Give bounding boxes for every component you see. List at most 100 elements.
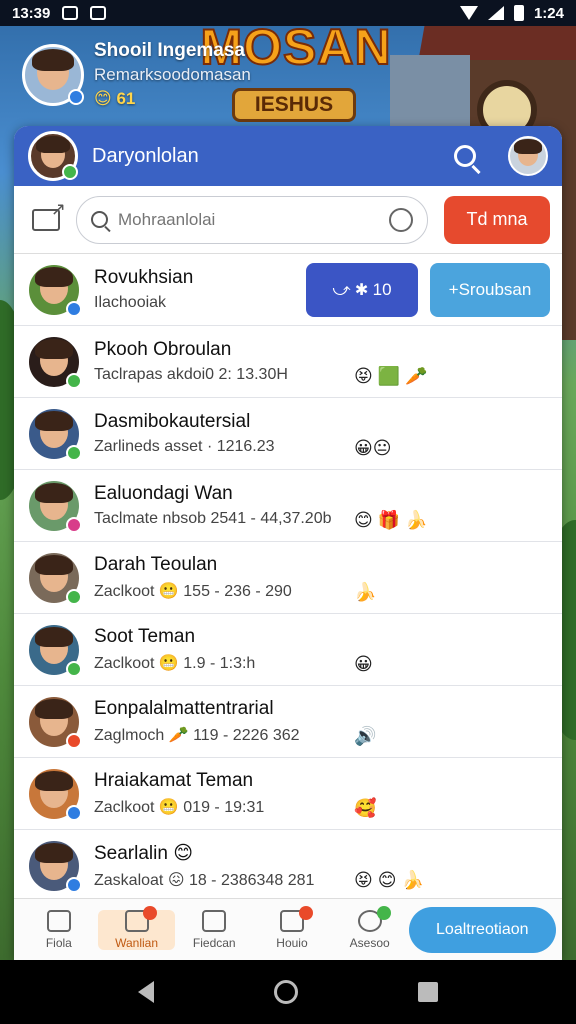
contact-status: Zaglmoch 🥕 119 - 2226 362 bbox=[94, 727, 300, 744]
notification-dot bbox=[298, 905, 313, 920]
contact-status: Zaclkoot 😬 155 - 236 - 290 bbox=[94, 583, 292, 600]
contact-row[interactable]: Darah Teoulan Zaclkoot 😬 155 - 236 - 290 🍌 bbox=[14, 542, 562, 614]
contact-name: Pkooh Obroulan bbox=[94, 339, 232, 360]
contact-name: Ealuondagi Wan bbox=[94, 483, 233, 504]
contact-row[interactable]: Eonpalalmattentrarial Zaglmoch 🥕 119 - 22… bbox=[14, 686, 562, 758]
contact-name: Soot Teman bbox=[94, 626, 196, 647]
contact-text: Soot Teman Zaclkoot 😬 1.9 - 1:3:h bbox=[94, 626, 550, 673]
action-button[interactable]: Td mna bbox=[444, 195, 550, 244]
contact-avatar[interactable] bbox=[26, 261, 82, 318]
status-time-left: 13:39 bbox=[12, 4, 51, 22]
search-input[interactable] bbox=[118, 209, 379, 230]
wifi-icon bbox=[459, 6, 478, 20]
contact-avatar[interactable] bbox=[26, 405, 82, 462]
contact-row[interactable]: Ealuondagi Wan Taclmate nbsob 2541 - 44,3… bbox=[14, 470, 562, 542]
status-badge bbox=[66, 732, 82, 749]
contact-status: Zaclkoot 😬 1.9 - 1:3:h bbox=[94, 655, 256, 672]
row-stats-button[interactable]: ⤻ ✱ 10 bbox=[306, 262, 418, 317]
verified-badge bbox=[68, 88, 84, 105]
contact-avatar[interactable] bbox=[26, 477, 82, 534]
contact-name: Hraiakamat Teman bbox=[94, 770, 254, 791]
contact-avatar[interactable] bbox=[26, 333, 82, 390]
nav-item-settings[interactable]: Asesoo bbox=[331, 905, 409, 950]
reaction-emoji: 🍌 bbox=[354, 582, 377, 602]
contact-row[interactable]: Pkooh Obroulan Taclrapas akdoi0 2: 13.30H… bbox=[14, 326, 562, 398]
nav-cta-button[interactable]: Loaltreotiaon bbox=[408, 906, 556, 953]
contact-name: Dasmibokautersial bbox=[94, 411, 251, 432]
gallery-icon bbox=[62, 6, 79, 20]
profile-header[interactable]: Shooil Ingemasa Remarksoodomasan 😊 61 bbox=[22, 40, 251, 109]
contact-status: Zarlineds asset · 1216.23 bbox=[94, 438, 275, 455]
contact-row[interactable]: Rovukhsian Ilachooiak ⤻ ✱ 10 +Sroubsan bbox=[14, 254, 562, 326]
contact-text: Dasmibokautersial Zarlineds asset · 1216.… bbox=[94, 411, 550, 456]
notification-icon bbox=[90, 6, 107, 20]
bottom-nav: Fiola Wanlian Fiedcan Houio Asesoo Loalt… bbox=[14, 898, 562, 960]
status-badge bbox=[66, 516, 82, 533]
back-icon[interactable] bbox=[138, 981, 154, 1003]
reaction-emoji: 😀 bbox=[354, 654, 373, 674]
panel-title: Daryonlolan bbox=[92, 144, 199, 167]
profile-coins: 😊 61 bbox=[94, 89, 136, 108]
panel-avatar[interactable] bbox=[28, 131, 78, 181]
nav-item-chat[interactable]: Wanlian bbox=[97, 905, 176, 950]
reaction-emoji: 🔊 bbox=[354, 726, 377, 746]
search-icon[interactable] bbox=[454, 145, 476, 167]
system-nav-bar bbox=[0, 960, 576, 1024]
magnifier-icon bbox=[91, 211, 108, 228]
camera-icon[interactable] bbox=[389, 207, 413, 232]
home-icon bbox=[46, 909, 71, 932]
nav-label: Wanlian bbox=[115, 935, 159, 950]
contact-avatar[interactable] bbox=[26, 837, 82, 894]
status-badge bbox=[66, 588, 82, 605]
row-subscribe-button[interactable]: +Sroubsan bbox=[430, 262, 550, 317]
contact-status: Ilachooiak bbox=[94, 294, 167, 311]
nav-item-bag[interactable]: Houio bbox=[253, 905, 331, 950]
home-button-icon[interactable] bbox=[274, 980, 298, 1004]
status-time-right: 1:24 bbox=[533, 4, 564, 22]
contact-text: Searlalin 😊 Zaskaloat 😖 18 - 2386348 281 bbox=[94, 842, 550, 890]
contact-row[interactable]: Dasmibokautersial Zarlineds asset · 1216.… bbox=[14, 398, 562, 470]
folder-icon bbox=[202, 909, 227, 932]
contact-row[interactable]: Hraiakamat Teman Zaclkoot 😬 019 - 19:31 🥰 bbox=[14, 758, 562, 830]
nav-label: Fiola bbox=[45, 935, 72, 950]
contact-status: Zaskaloat 😖 18 - 2386348 281 bbox=[94, 871, 315, 889]
status-bar: 13:39 1:24 bbox=[0, 0, 576, 26]
nav-label: Asesoo bbox=[349, 935, 390, 950]
profile-subtitle: Remarksoodomasan bbox=[94, 65, 251, 84]
contact-avatar[interactable] bbox=[26, 765, 82, 822]
contact-text: Eonpalalmattentrarial Zaglmoch 🥕 119 - 22… bbox=[94, 698, 550, 745]
nav-item-home[interactable]: Fiola bbox=[20, 909, 98, 950]
battery-icon bbox=[513, 5, 524, 21]
contact-avatar[interactable] bbox=[26, 693, 82, 750]
status-badge bbox=[66, 804, 82, 821]
contact-status: Taclrapas akdoi0 2: 13.30H bbox=[94, 366, 288, 383]
panel-header: Daryonlolan bbox=[14, 126, 562, 186]
status-badge bbox=[66, 876, 82, 893]
friend-avatar[interactable] bbox=[508, 136, 548, 176]
nav-label: Fiedcan bbox=[192, 935, 236, 950]
notification-dot bbox=[143, 905, 158, 920]
search-box[interactable] bbox=[76, 195, 428, 244]
contact-text: Rovukhsian Ilachooiak bbox=[94, 267, 306, 312]
status-badge bbox=[66, 660, 82, 677]
recents-icon[interactable] bbox=[418, 982, 438, 1002]
contact-status: Zaclkoot 😬 019 - 19:31 bbox=[94, 799, 265, 816]
reaction-emoji: 😊 🎁 🍌 bbox=[354, 510, 428, 530]
share-icon[interactable] bbox=[32, 199, 66, 231]
contact-row[interactable]: Soot Teman Zaclkoot 😬 1.9 - 1:3:h 😀 bbox=[14, 614, 562, 686]
nav-label: Houio bbox=[276, 935, 308, 950]
contact-status: Taclmate nbsob 2541 - 44,37.20b bbox=[94, 510, 332, 527]
profile-avatar[interactable] bbox=[22, 43, 84, 106]
contact-avatar[interactable] bbox=[26, 549, 82, 606]
contact-text: Darah Teoulan Zaclkoot 😬 155 - 236 - 290 bbox=[94, 554, 550, 601]
status-badge bbox=[66, 372, 82, 389]
contact-text: Pkooh Obroulan Taclrapas akdoi0 2: 13.30H bbox=[94, 339, 550, 384]
contacts-panel: Daryonlolan Td mna Rovukhsian Ilachooiak ⤻… bbox=[14, 126, 562, 960]
contact-row[interactable]: Searlalin 😊 Zaskaloat 😖 18 - 2386348 281 😝… bbox=[14, 830, 562, 902]
contact-name: Eonpalalmattentrarial bbox=[94, 698, 274, 719]
profile-name: Shooil Ingemasa bbox=[94, 40, 245, 61]
nav-item-folder[interactable]: Fiedcan bbox=[175, 909, 253, 950]
contact-avatar[interactable] bbox=[26, 621, 82, 678]
notification-dot bbox=[376, 905, 391, 920]
contact-list: Rovukhsian Ilachooiak ⤻ ✱ 10 +Sroubsan Pkooh… bbox=[14, 254, 562, 902]
